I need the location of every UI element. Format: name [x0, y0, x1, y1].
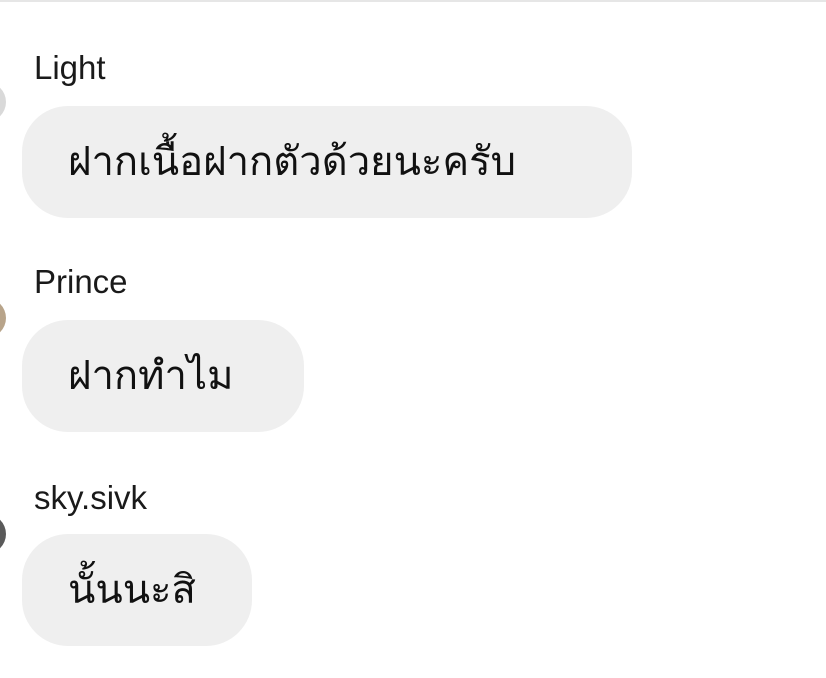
chat-thread: Light ฝากเนื้อฝากตัวด้วยนะครับ Prince ฝา…	[0, 0, 826, 678]
avatar[interactable]	[0, 298, 6, 338]
message-bubble[interactable]: นั้นนะสิ	[22, 534, 252, 646]
avatar[interactable]	[0, 514, 6, 554]
sender-name: Light	[34, 49, 106, 86]
message-text: ฝากทำไม	[68, 353, 234, 399]
sender-name: Prince	[34, 263, 128, 300]
avatar[interactable]	[0, 82, 6, 122]
sender-name: sky.sivk	[34, 479, 148, 516]
message-bubble[interactable]: ฝากทำไม	[22, 320, 304, 432]
message-bubble[interactable]: ฝากเนื้อฝากตัวด้วยนะครับ	[22, 106, 632, 218]
message-text: นั้นนะสิ	[68, 567, 196, 613]
message-text: ฝากเนื้อฝากตัวด้วยนะครับ	[68, 139, 517, 185]
